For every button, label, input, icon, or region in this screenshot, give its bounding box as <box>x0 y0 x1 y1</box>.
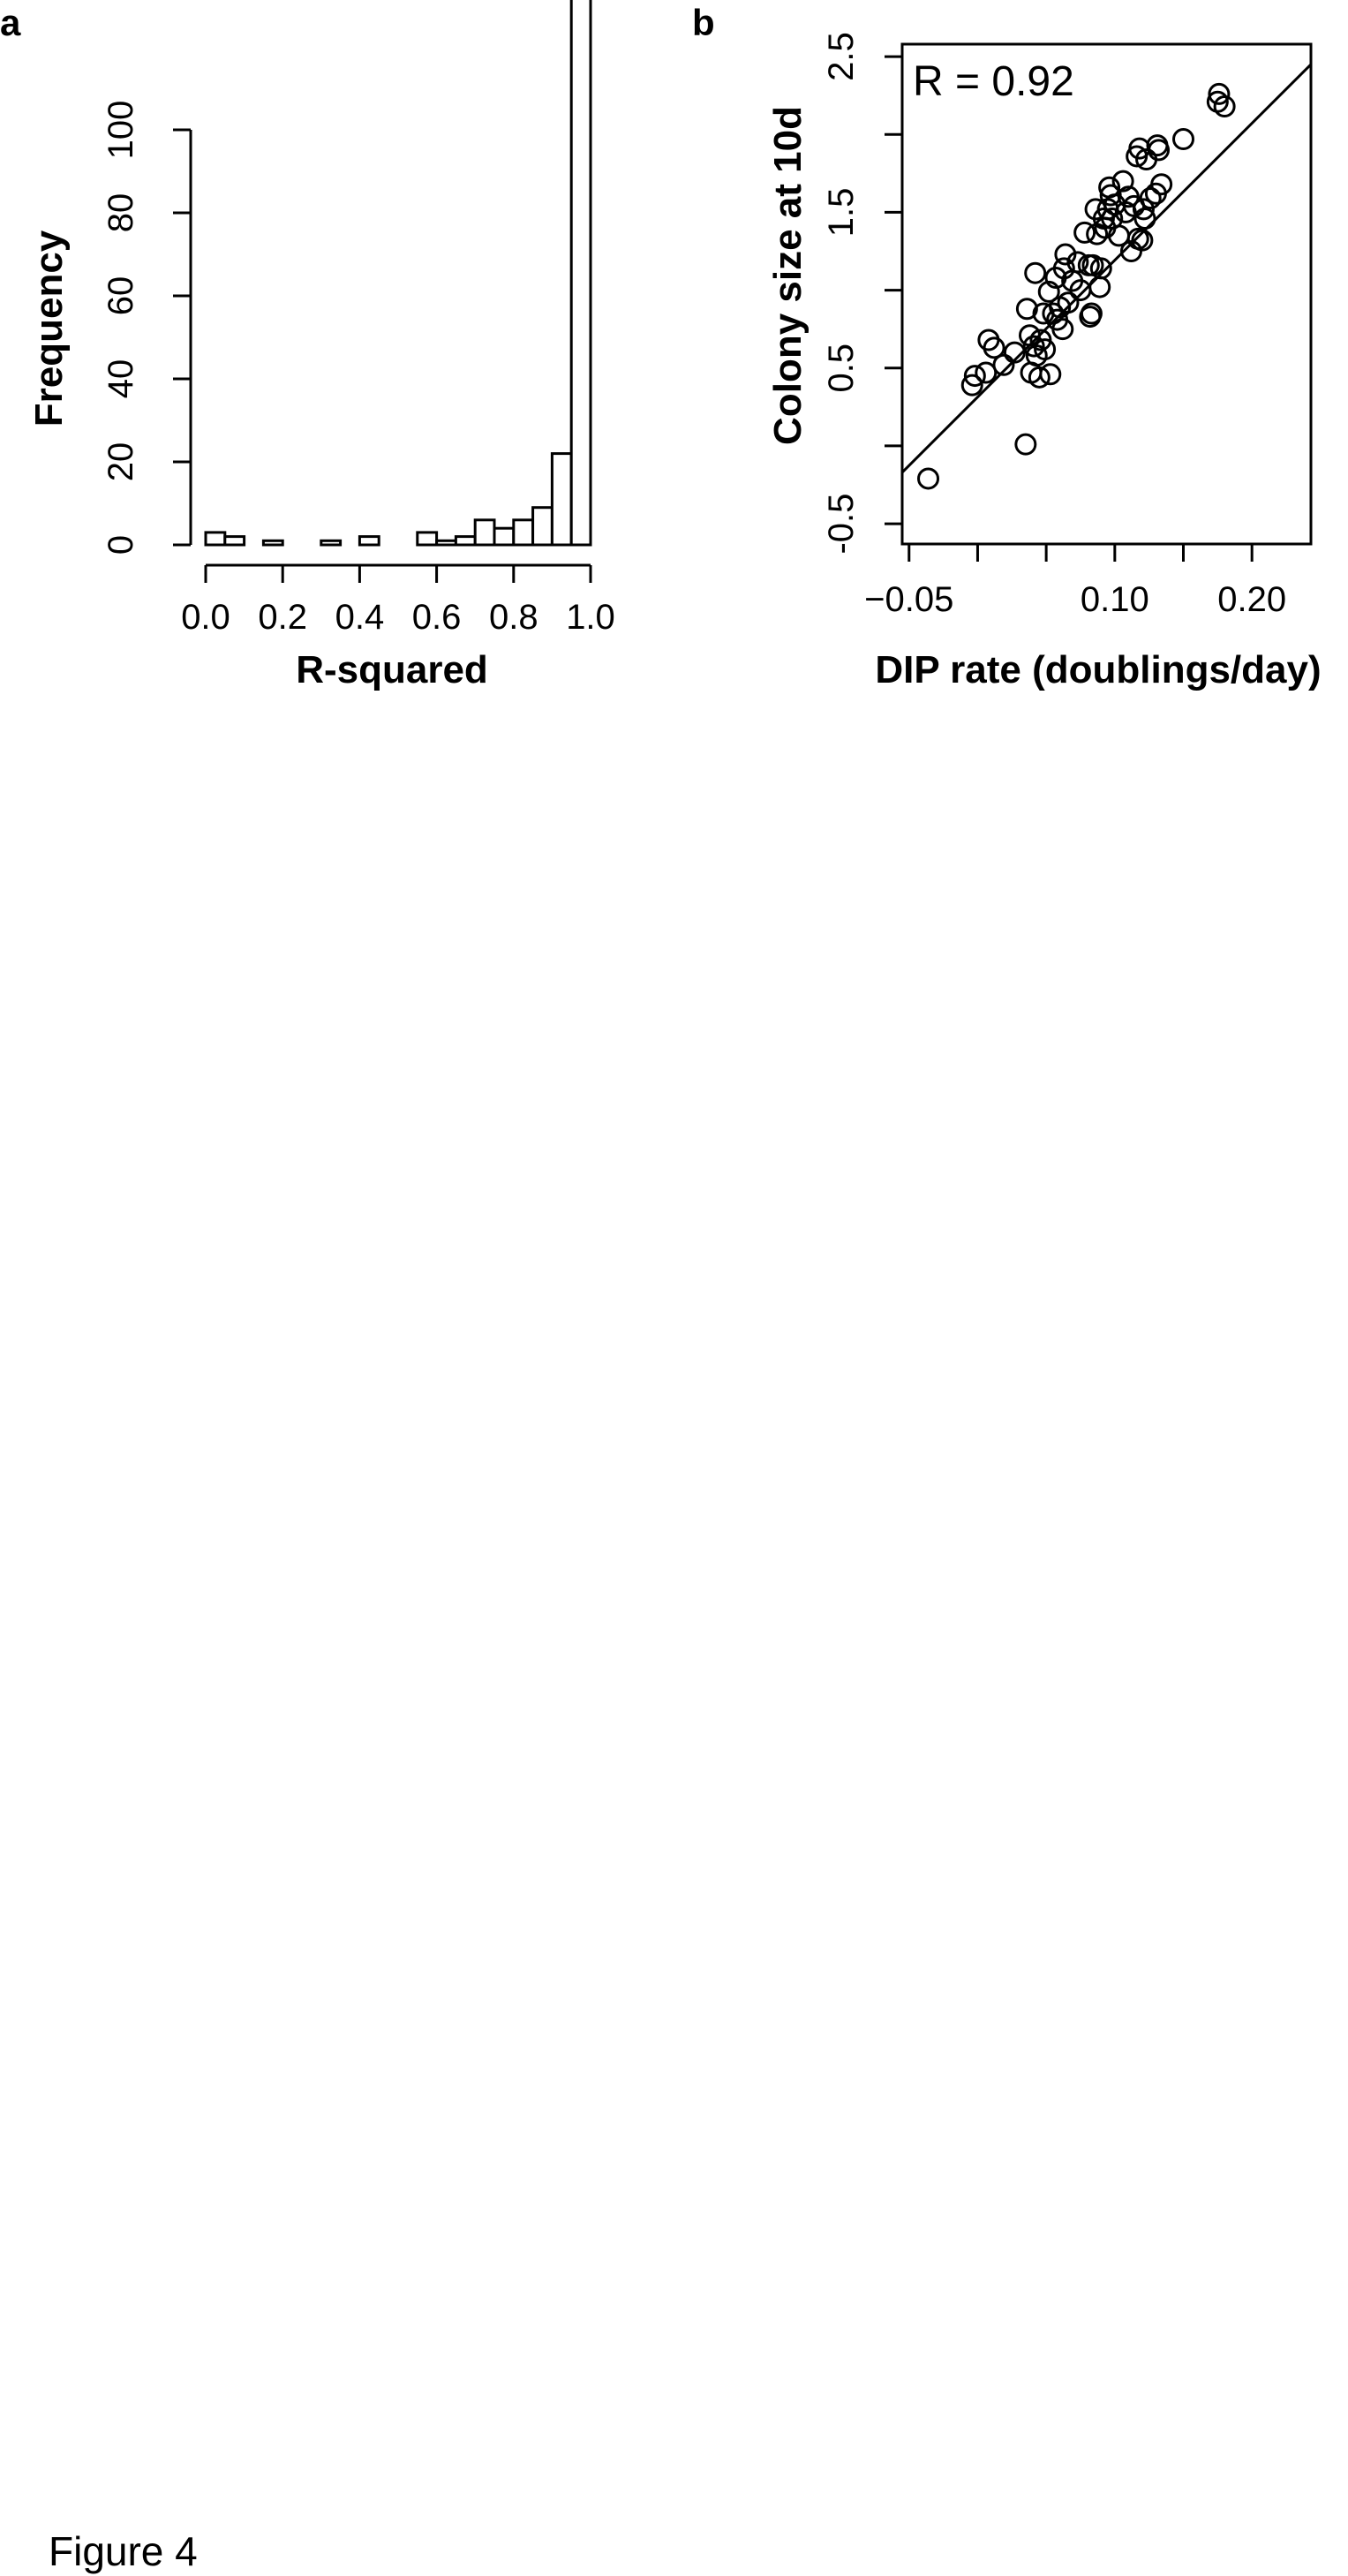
regression-line <box>900 63 1313 473</box>
histogram-x-tick-label: 0.2 <box>258 598 307 637</box>
histogram-x-tick-label: 0.6 <box>412 598 462 637</box>
histogram-y-tick-label: 20 <box>102 442 140 482</box>
histogram-bar <box>435 539 457 547</box>
scatter-point <box>1172 128 1195 151</box>
histogram-bar <box>569 0 592 547</box>
histogram-bar <box>493 526 516 547</box>
scatter-y-tick-label: 2.5 <box>822 32 861 81</box>
histogram-bar <box>204 531 227 547</box>
histogram-y-tick-label: 100 <box>102 101 140 160</box>
histogram-x-tick-label: 0.4 <box>335 598 385 637</box>
histogram-bar <box>320 539 343 547</box>
histogram-y-tick-label: 40 <box>102 359 140 399</box>
scatter-point <box>975 361 998 384</box>
scatter-x-axis-title: DIP rate (doublings/day) <box>875 648 1321 691</box>
scatter-points <box>917 82 1236 490</box>
scatter-x-tick-label: 0.10 <box>1081 580 1149 619</box>
panel-letter-b: b <box>692 2 715 43</box>
scatter-panel: b −0.05 0.10 0.20 -0.5 0.5 1.5 2.5 R = 0.92 DI… <box>692 2 1322 691</box>
scatter-point <box>1213 95 1236 118</box>
scatter-point <box>917 467 940 490</box>
histogram-bar <box>358 535 380 547</box>
histogram-bar <box>223 535 246 547</box>
scatter-y-tick-label: 1.5 <box>822 188 861 238</box>
scatter-point <box>1014 433 1037 456</box>
histogram-bar <box>550 452 573 547</box>
histogram-x-tick-label: 1.0 <box>566 598 615 637</box>
scatter-y-axis-title: Colony size at 10d <box>766 106 810 445</box>
scatter-point <box>1024 261 1047 284</box>
histogram-panel: a 0.0 0.2 0.4 0.6 0.8 1.0 0 20 40 60 80 100 R-squar… <box>0 0 615 691</box>
scatter-x-tick-label: 0.20 <box>1217 580 1286 619</box>
histogram-axes: 0.0 0.2 0.4 0.6 0.8 1.0 0 20 40 60 80 100 <box>102 101 615 637</box>
histogram-y-tick-label: 80 <box>102 193 140 233</box>
histogram-bars <box>204 0 592 547</box>
correlation-annotation: R = 0.92 <box>913 58 1074 105</box>
histogram-bar <box>416 531 439 547</box>
histogram-bar <box>512 518 535 547</box>
histogram-y-tick-label: 60 <box>102 276 140 316</box>
scatter-x-tick-label: −0.05 <box>864 580 953 619</box>
scatter-y-tick-label: -0.5 <box>822 494 861 555</box>
histogram-x-tick-label: 0.0 <box>181 598 230 637</box>
scatter-point <box>1088 276 1111 298</box>
panel-letter-a: a <box>0 2 21 43</box>
scatter-point <box>1039 363 1062 386</box>
histogram-bar <box>454 535 477 547</box>
histogram-bar <box>531 506 554 547</box>
histogram-x-tick-label: 0.8 <box>489 598 538 637</box>
scatter-y-tick-label: 0.5 <box>822 344 861 393</box>
histogram-bar <box>261 539 284 547</box>
histogram-y-axis-title: Frequency <box>27 230 71 427</box>
histogram-bar <box>473 518 496 547</box>
histogram-y-tick-label: 0 <box>102 535 140 555</box>
figure-caption: Figure 4 <box>49 2528 198 2574</box>
histogram-x-axis-title: R-squared <box>296 648 488 691</box>
figure-canvas: a 0.0 0.2 0.4 0.6 0.8 1.0 0 20 40 60 80 100 R-squar… <box>0 0 1322 2574</box>
